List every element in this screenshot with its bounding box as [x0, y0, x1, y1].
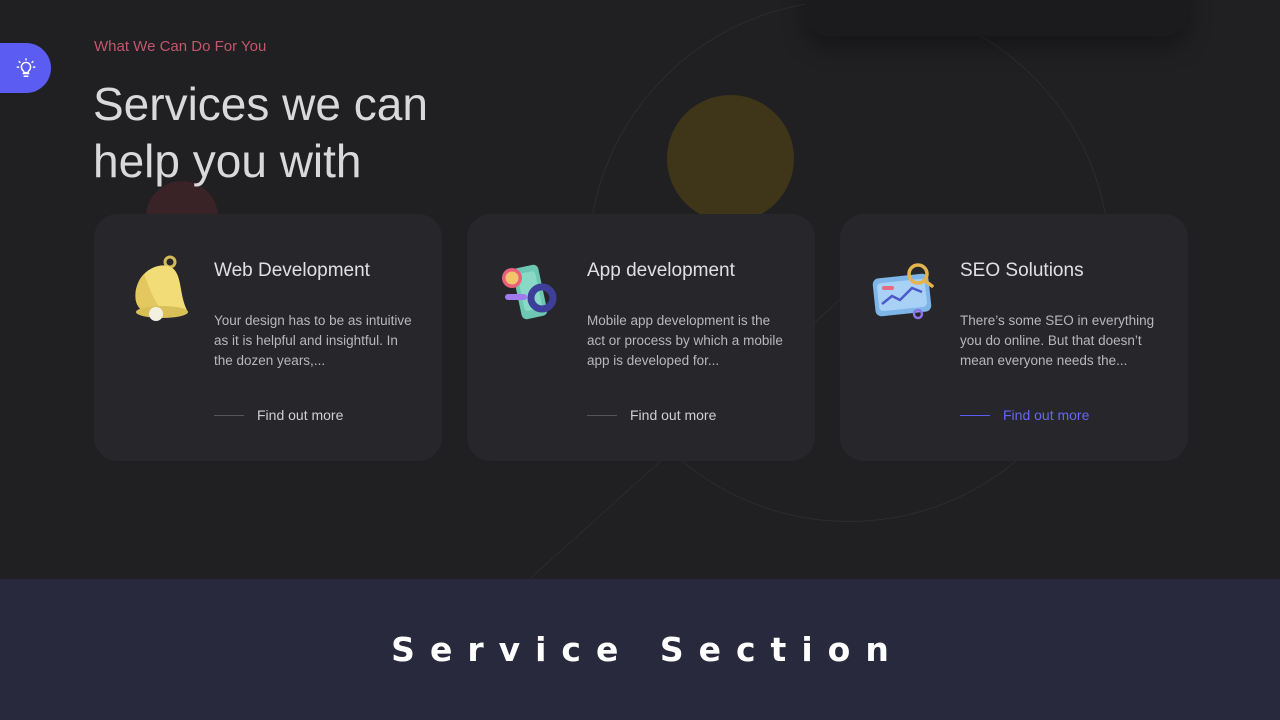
- service-card-web-development[interactable]: Web Development Your design has to be as…: [94, 214, 442, 461]
- link-dash: [214, 414, 244, 416]
- service-description: Mobile app development is the act or pro…: [587, 313, 783, 368]
- section-eyebrow: What We Can Do For You: [94, 38, 267, 55]
- find-out-more-label: Find out more: [1003, 407, 1090, 423]
- service-title: Web Development: [214, 260, 370, 281]
- mobile-app-icon: [502, 264, 557, 320]
- find-out-more-link[interactable]: Find out more: [960, 407, 1089, 423]
- link-dash: [587, 414, 617, 416]
- services-section: What We Can Do For You Services we can h…: [0, 0, 1280, 579]
- caption-banner: Service Section: [0, 579, 1280, 720]
- find-out-more-link[interactable]: Find out more: [587, 407, 716, 423]
- service-description: Your design has to be as intuitive as it…: [214, 313, 412, 368]
- service-card-seo-solutions[interactable]: SEO Solutions There’s some SEO in everyt…: [840, 214, 1188, 461]
- find-out-more-label: Find out more: [630, 407, 717, 423]
- caption-text: Service Section: [391, 630, 904, 669]
- previous-section-card: [806, 0, 1188, 36]
- service-title: SEO Solutions: [960, 260, 1084, 281]
- lightbulb-icon: [16, 58, 35, 77]
- service-description: There’s some SEO in everything you do on…: [960, 313, 1155, 368]
- find-out-more-link[interactable]: Find out more: [214, 407, 343, 423]
- background-yellow-blob: [667, 95, 794, 222]
- seo-analytics-icon: [872, 263, 934, 320]
- bell-icon: [135, 255, 188, 321]
- link-dash: [960, 414, 990, 416]
- service-card-app-development[interactable]: App development Mobile app development i…: [467, 214, 815, 461]
- service-title: App development: [587, 260, 735, 281]
- find-out-more-label: Find out more: [257, 407, 344, 423]
- section-title: Services we can help you with: [93, 78, 428, 187]
- theme-toggle-button[interactable]: [0, 43, 51, 93]
